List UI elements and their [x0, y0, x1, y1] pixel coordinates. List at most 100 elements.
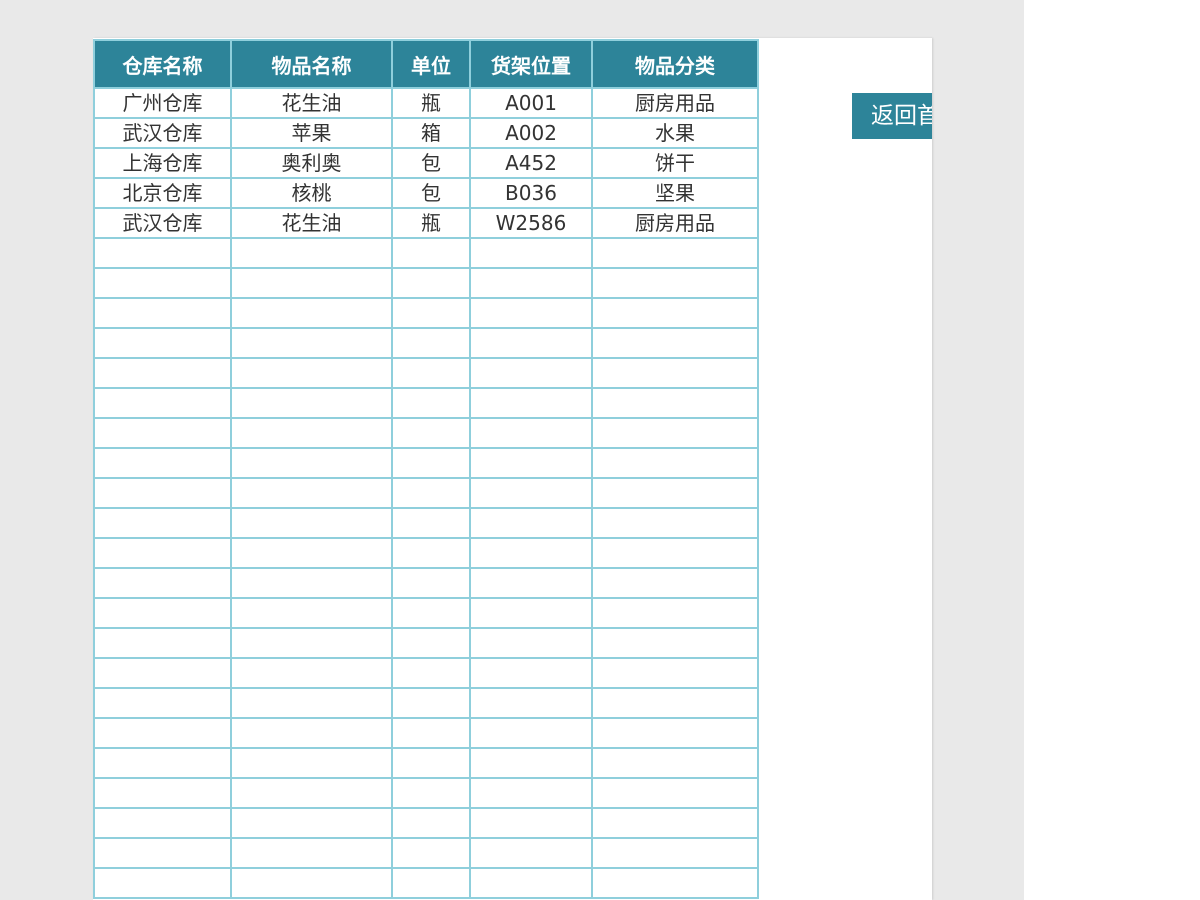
- empty-cell[interactable]: [591, 867, 759, 899]
- empty-cell[interactable]: [469, 747, 593, 779]
- empty-cell[interactable]: [93, 237, 232, 269]
- empty-cell[interactable]: [591, 627, 759, 659]
- empty-cell[interactable]: [230, 567, 393, 599]
- empty-cell[interactable]: [230, 807, 393, 839]
- empty-cell[interactable]: [591, 477, 759, 509]
- empty-cell[interactable]: [230, 867, 393, 899]
- empty-cell[interactable]: [391, 837, 471, 869]
- empty-cell[interactable]: [230, 297, 393, 329]
- empty-cell[interactable]: [230, 507, 393, 539]
- cell-item-name[interactable]: 花生油: [230, 207, 393, 239]
- column-header-item-name[interactable]: 物品名称: [230, 39, 393, 89]
- empty-cell[interactable]: [391, 777, 471, 809]
- empty-cell[interactable]: [591, 297, 759, 329]
- cell-unit[interactable]: 包: [391, 177, 471, 209]
- empty-cell[interactable]: [469, 597, 593, 629]
- empty-cell[interactable]: [591, 327, 759, 359]
- empty-cell[interactable]: [591, 447, 759, 479]
- empty-cell[interactable]: [230, 477, 393, 509]
- empty-cell[interactable]: [230, 357, 393, 389]
- cell-warehouse-name[interactable]: 武汉仓库: [93, 117, 232, 149]
- empty-cell[interactable]: [230, 237, 393, 269]
- empty-cell[interactable]: [391, 387, 471, 419]
- empty-cell[interactable]: [230, 327, 393, 359]
- cell-warehouse-name[interactable]: 北京仓库: [93, 177, 232, 209]
- empty-cell[interactable]: [230, 597, 393, 629]
- cell-item-name[interactable]: 奥利奥: [230, 147, 393, 179]
- empty-cell[interactable]: [391, 447, 471, 479]
- empty-cell[interactable]: [591, 507, 759, 539]
- empty-cell[interactable]: [469, 507, 593, 539]
- empty-cell[interactable]: [93, 357, 232, 389]
- cell-unit[interactable]: 箱: [391, 117, 471, 149]
- column-header-shelf-location[interactable]: 货架位置: [469, 39, 593, 89]
- empty-cell[interactable]: [591, 837, 759, 869]
- empty-cell[interactable]: [591, 807, 759, 839]
- empty-cell[interactable]: [93, 387, 232, 419]
- cell-item-name[interactable]: 核桃: [230, 177, 393, 209]
- empty-cell[interactable]: [93, 537, 232, 569]
- cell-shelf-location[interactable]: W2586: [469, 207, 593, 239]
- empty-cell[interactable]: [391, 627, 471, 659]
- empty-cell[interactable]: [391, 807, 471, 839]
- empty-cell[interactable]: [469, 807, 593, 839]
- empty-cell[interactable]: [93, 807, 232, 839]
- empty-cell[interactable]: [469, 297, 593, 329]
- empty-cell[interactable]: [591, 687, 759, 719]
- empty-cell[interactable]: [469, 717, 593, 749]
- cell-warehouse-name[interactable]: 武汉仓库: [93, 207, 232, 239]
- empty-cell[interactable]: [391, 717, 471, 749]
- cell-shelf-location[interactable]: A001: [469, 87, 593, 119]
- cell-unit[interactable]: 瓶: [391, 87, 471, 119]
- empty-cell[interactable]: [391, 327, 471, 359]
- empty-cell[interactable]: [469, 327, 593, 359]
- empty-cell[interactable]: [93, 837, 232, 869]
- cell-item-name[interactable]: 苹果: [230, 117, 393, 149]
- empty-cell[interactable]: [230, 387, 393, 419]
- empty-cell[interactable]: [391, 477, 471, 509]
- empty-cell[interactable]: [469, 537, 593, 569]
- empty-cell[interactable]: [93, 687, 232, 719]
- empty-cell[interactable]: [591, 267, 759, 299]
- empty-cell[interactable]: [591, 537, 759, 569]
- empty-cell[interactable]: [591, 777, 759, 809]
- empty-cell[interactable]: [93, 867, 232, 899]
- empty-cell[interactable]: [230, 717, 393, 749]
- column-header-unit[interactable]: 单位: [391, 39, 471, 89]
- return-home-button[interactable]: 返回首页: [852, 93, 932, 139]
- cell-item-category[interactable]: 水果: [591, 117, 759, 149]
- empty-cell[interactable]: [391, 297, 471, 329]
- empty-cell[interactable]: [93, 657, 232, 689]
- empty-cell[interactable]: [469, 387, 593, 419]
- empty-cell[interactable]: [93, 597, 232, 629]
- empty-cell[interactable]: [93, 417, 232, 449]
- empty-cell[interactable]: [469, 687, 593, 719]
- empty-cell[interactable]: [93, 717, 232, 749]
- empty-cell[interactable]: [469, 237, 593, 269]
- empty-cell[interactable]: [469, 267, 593, 299]
- empty-cell[interactable]: [93, 447, 232, 479]
- cell-item-name[interactable]: 花生油: [230, 87, 393, 119]
- empty-cell[interactable]: [591, 717, 759, 749]
- empty-cell[interactable]: [230, 837, 393, 869]
- cell-shelf-location[interactable]: B036: [469, 177, 593, 209]
- empty-cell[interactable]: [230, 417, 393, 449]
- empty-cell[interactable]: [93, 747, 232, 779]
- cell-item-category[interactable]: 厨房用品: [591, 207, 759, 239]
- empty-cell[interactable]: [230, 447, 393, 479]
- cell-warehouse-name[interactable]: 上海仓库: [93, 147, 232, 179]
- empty-cell[interactable]: [93, 297, 232, 329]
- empty-cell[interactable]: [591, 387, 759, 419]
- empty-cell[interactable]: [591, 417, 759, 449]
- empty-cell[interactable]: [469, 447, 593, 479]
- empty-cell[interactable]: [469, 417, 593, 449]
- empty-cell[interactable]: [93, 507, 232, 539]
- empty-cell[interactable]: [391, 537, 471, 569]
- empty-cell[interactable]: [391, 357, 471, 389]
- empty-cell[interactable]: [230, 627, 393, 659]
- empty-cell[interactable]: [591, 597, 759, 629]
- cell-unit[interactable]: 瓶: [391, 207, 471, 239]
- cell-unit[interactable]: 包: [391, 147, 471, 179]
- empty-cell[interactable]: [469, 837, 593, 869]
- empty-cell[interactable]: [391, 237, 471, 269]
